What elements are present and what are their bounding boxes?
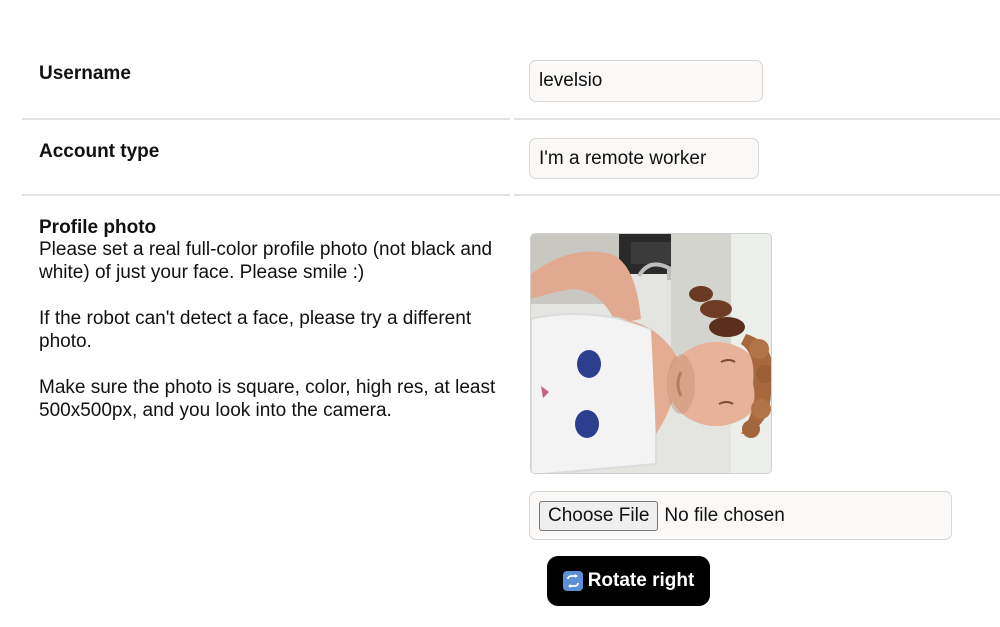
rotate-right-button[interactable]: Rotate right bbox=[547, 556, 710, 606]
choose-file-button[interactable]: Choose File bbox=[539, 500, 659, 531]
file-status: No file chosen bbox=[664, 504, 785, 526]
account-type-value: I'm a remote worker bbox=[539, 147, 707, 169]
account-type-label: Account type bbox=[39, 141, 160, 162]
account-type-select[interactable]: I'm a remote worker bbox=[529, 138, 759, 179]
divider bbox=[22, 194, 510, 196]
profile-photo-preview bbox=[530, 233, 772, 474]
description-paragraph: Make sure the photo is square, color, hi… bbox=[39, 377, 496, 421]
profile-settings-form: Username Account type I'm a remote worke… bbox=[0, 0, 1000, 627]
username-input[interactable] bbox=[539, 70, 762, 92]
description-paragraph: Please set a real full-color profile pho… bbox=[39, 239, 493, 283]
profile-photo-description: Please set a real full-color profile pho… bbox=[39, 238, 499, 445]
clockwise-arrows-icon bbox=[562, 571, 583, 591]
description-paragraph: If the robot can't detect a face, please… bbox=[39, 308, 472, 352]
rotate-right-label: Rotate right bbox=[587, 570, 695, 591]
divider bbox=[514, 194, 1000, 196]
username-label: Username bbox=[39, 63, 131, 84]
divider bbox=[22, 118, 510, 120]
file-input[interactable]: Choose File No file chosen bbox=[529, 491, 952, 540]
username-field[interactable] bbox=[529, 60, 763, 102]
divider bbox=[514, 118, 1000, 120]
profile-photo-label: Profile photo bbox=[39, 217, 157, 238]
profile-photo-image bbox=[531, 234, 771, 473]
